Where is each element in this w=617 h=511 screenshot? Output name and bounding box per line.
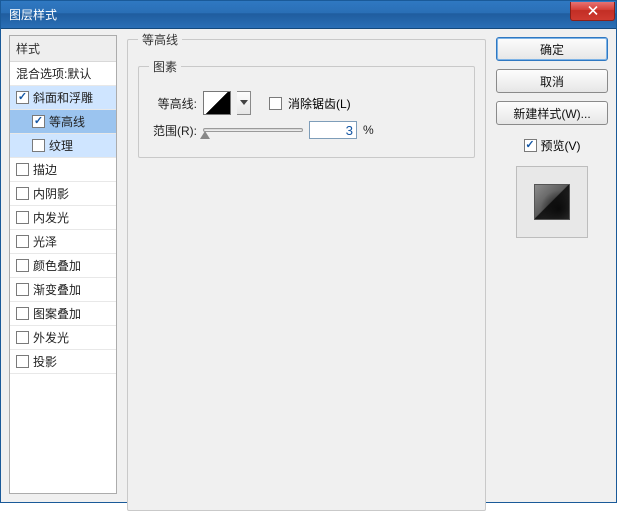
style-item-label: 内发光 — [33, 209, 69, 226]
button-label: 确定 — [540, 41, 564, 58]
style-item-satin[interactable]: 光泽 — [10, 230, 116, 254]
preview-swatch — [516, 166, 588, 238]
preview-checkbox[interactable] — [524, 139, 537, 152]
range-slider[interactable] — [203, 128, 303, 132]
style-checkbox[interactable] — [16, 211, 29, 224]
layer-style-dialog: 图层样式 样式 混合选项:默认 斜面和浮雕 等高线 纹理 — [0, 0, 617, 503]
preview-label: 预览(V) — [541, 137, 581, 154]
range-label: 范围(R): — [149, 122, 197, 139]
new-style-button[interactable]: 新建样式(W)... — [496, 101, 608, 125]
style-checkbox[interactable] — [16, 235, 29, 248]
titlebar: 图层样式 — [1, 1, 616, 29]
contour-swatch[interactable] — [203, 91, 231, 115]
style-item-label: 内阴影 — [33, 185, 69, 202]
style-item-blend-options[interactable]: 混合选项:默认 — [10, 62, 116, 86]
close-button[interactable] — [570, 2, 615, 21]
ok-button[interactable]: 确定 — [496, 37, 608, 61]
antialias-label: 消除锯齿(L) — [288, 95, 351, 112]
style-item-label: 图案叠加 — [33, 305, 81, 322]
style-list: 样式 混合选项:默认 斜面和浮雕 等高线 纹理 描边 内阴 — [9, 35, 117, 494]
style-item-label: 颜色叠加 — [33, 257, 81, 274]
style-item-drop-shadow[interactable]: 投影 — [10, 350, 116, 374]
contour-group: 等高线 图素 等高线: 消除锯齿(L) 范围(R): — [127, 31, 486, 511]
window-title: 图层样式 — [9, 6, 570, 23]
style-list-header[interactable]: 样式 — [10, 36, 116, 62]
style-item-label: 等高线 — [49, 113, 85, 130]
style-checkbox[interactable] — [32, 139, 45, 152]
style-item-contour[interactable]: 等高线 — [10, 110, 116, 134]
style-item-label: 描边 — [33, 161, 57, 178]
style-item-inner-shadow[interactable]: 内阴影 — [10, 182, 116, 206]
style-checkbox[interactable] — [16, 91, 29, 104]
action-column: 确定 取消 新建样式(W)... 预览(V) — [496, 35, 608, 494]
style-item-outer-glow[interactable]: 外发光 — [10, 326, 116, 350]
style-item-label: 混合选项:默认 — [16, 65, 91, 82]
style-item-label: 渐变叠加 — [33, 281, 81, 298]
contour-dropdown[interactable] — [237, 91, 251, 115]
style-checkbox[interactable] — [16, 355, 29, 368]
antialias-checkbox[interactable] — [269, 97, 282, 110]
style-item-label: 投影 — [33, 353, 57, 370]
style-item-pattern-overlay[interactable]: 图案叠加 — [10, 302, 116, 326]
style-checkbox[interactable] — [32, 115, 45, 128]
preview-thumbnail — [534, 184, 570, 220]
style-item-label: 纹理 — [49, 137, 73, 154]
style-item-texture[interactable]: 纹理 — [10, 134, 116, 158]
button-label: 取消 — [540, 73, 564, 90]
style-item-bevel[interactable]: 斜面和浮雕 — [10, 86, 116, 110]
contour-label: 等高线: — [149, 95, 197, 112]
style-item-color-overlay[interactable]: 颜色叠加 — [10, 254, 116, 278]
style-item-stroke[interactable]: 描边 — [10, 158, 116, 182]
style-checkbox[interactable] — [16, 259, 29, 272]
style-item-label: 斜面和浮雕 — [33, 89, 93, 106]
range-unit: % — [363, 123, 374, 137]
style-checkbox[interactable] — [16, 331, 29, 344]
style-item-label: 外发光 — [33, 329, 69, 346]
client-area: 样式 混合选项:默认 斜面和浮雕 等高线 纹理 描边 内阴 — [1, 29, 616, 502]
cancel-button[interactable]: 取消 — [496, 69, 608, 93]
settings-panel: 等高线 图素 等高线: 消除锯齿(L) 范围(R): — [123, 35, 490, 494]
group-title: 图素 — [149, 58, 181, 75]
slider-thumb-icon[interactable] — [200, 131, 210, 139]
style-checkbox[interactable] — [16, 163, 29, 176]
button-label: 新建样式(W)... — [513, 105, 590, 122]
elements-group: 图素 等高线: 消除锯齿(L) 范围(R): — [138, 58, 475, 158]
style-item-gradient-overlay[interactable]: 渐变叠加 — [10, 278, 116, 302]
chevron-down-icon — [240, 100, 248, 106]
style-checkbox[interactable] — [16, 283, 29, 296]
close-icon — [588, 6, 598, 15]
style-item-label: 光泽 — [33, 233, 57, 250]
range-row: 范围(R): % — [149, 121, 464, 139]
range-input[interactable] — [309, 121, 357, 139]
preview-toggle-row: 预览(V) — [496, 137, 608, 154]
style-item-inner-glow[interactable]: 内发光 — [10, 206, 116, 230]
group-title: 等高线 — [138, 31, 182, 48]
style-checkbox[interactable] — [16, 307, 29, 320]
contour-row: 等高线: 消除锯齿(L) — [149, 91, 464, 115]
style-checkbox[interactable] — [16, 187, 29, 200]
